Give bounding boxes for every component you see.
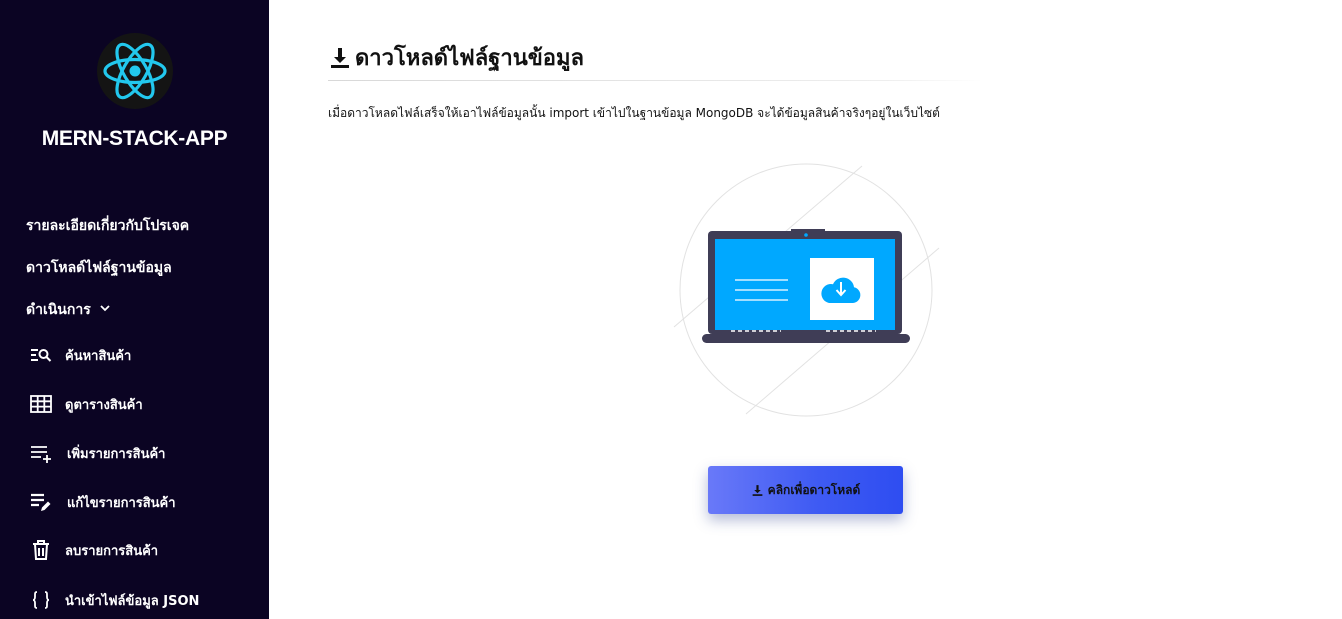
download-button-label: คลิกเพื่อดาวโหลด์ xyxy=(767,482,861,497)
menu-label: แก้ไขรายการสินค้า xyxy=(67,495,176,511)
page-title-text: ดาวโหลด์ไฟล์ฐานข้อมูล xyxy=(355,46,584,71)
menu-label: ค้นหาสินค้า xyxy=(65,348,132,364)
playlist-edit-icon xyxy=(29,490,53,514)
download-file-button[interactable]: คลิกเพื่อดาวโหลด์ xyxy=(708,466,903,514)
chevron-down-icon xyxy=(99,302,111,318)
laptop-download-illustration xyxy=(673,163,940,417)
menu-label: ลบรายการสินค้า xyxy=(65,543,159,559)
nav-operations-dropdown[interactable]: ดำเนินการ xyxy=(26,299,111,321)
title-divider xyxy=(328,80,983,81)
nav-operations-label: ดำเนินการ xyxy=(26,302,91,318)
table-icon xyxy=(29,392,53,416)
nav-about-project[interactable]: รายละเอียดเกี่ยวกับโปรเจค xyxy=(26,215,189,237)
search-list-icon xyxy=(29,343,53,367)
braces-icon xyxy=(29,588,53,612)
app-title: MERN-STACK-APP xyxy=(41,127,228,150)
menu-label: เพิ่มรายการสินค้า xyxy=(67,446,166,462)
menu-label: นำเข้าไฟล์ข้อมูล JSON xyxy=(65,593,200,609)
nav-download-database[interactable]: ดาวโหลด์ไฟล์ฐานข้อมูล xyxy=(26,257,172,279)
main-content: ดาวโหลด์ไฟล์ฐานข้อมูล เมื่อดาวโหลดไฟล์เส… xyxy=(269,0,1342,619)
menu-edit-product[interactable]: แก้ไขรายการสินค้า xyxy=(29,490,176,514)
playlist-add-icon xyxy=(29,441,53,465)
menu-delete-product[interactable]: ลบรายการสินค้า xyxy=(29,538,158,562)
download-icon xyxy=(752,484,763,496)
page-title: ดาวโหลด์ไฟล์ฐานข้อมูล xyxy=(328,40,584,75)
react-logo-icon xyxy=(97,33,173,109)
page-description: เมื่อดาวโหลดไฟล์เสร็จให้เอาไฟล์ข้อมูลนั้… xyxy=(328,106,940,120)
download-icon xyxy=(331,47,349,68)
sidebar: MERN-STACK-APP รายละเอียดเกี่ยวกับโปรเจค… xyxy=(0,0,269,619)
trash-icon xyxy=(29,538,53,562)
menu-search-products[interactable]: ค้นหาสินค้า xyxy=(29,343,131,367)
menu-import-json[interactable]: นำเข้าไฟล์ข้อมูล JSON xyxy=(29,588,199,612)
menu-view-product-table[interactable]: ดูตารางสินค้า xyxy=(29,392,143,416)
menu-add-product[interactable]: เพิ่มรายการสินค้า xyxy=(29,441,165,465)
menu-label: ดูตารางสินค้า xyxy=(65,397,143,413)
